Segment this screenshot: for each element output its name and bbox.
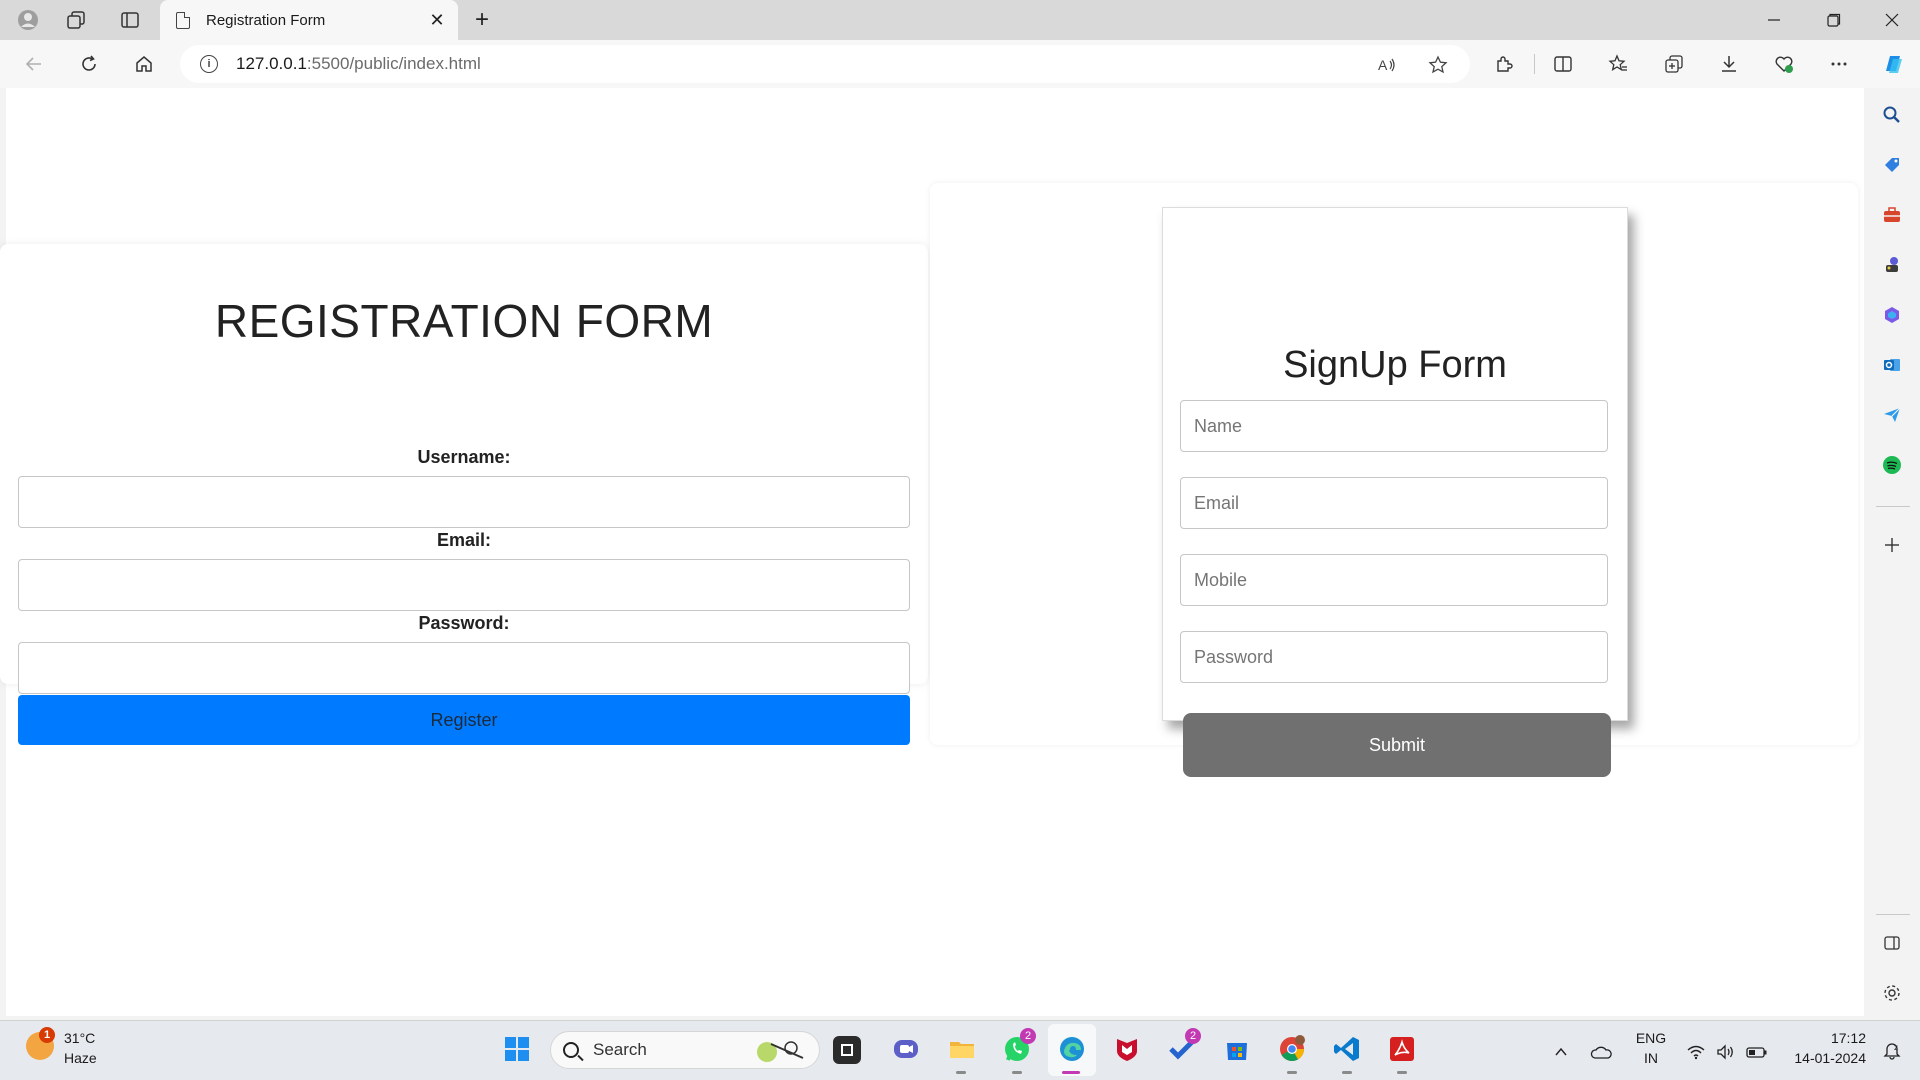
onedrive-cloud-icon[interactable] [1590, 1044, 1612, 1063]
start-windows-icon[interactable] [500, 1032, 534, 1066]
file-explorer-running-indicator [956, 1071, 966, 1074]
url-host: 127.0.0.1 [236, 54, 307, 73]
registration-title: REGISTRATION FORM [214, 295, 714, 347]
search-icon[interactable] [1877, 100, 1907, 130]
downloads-icon[interactable] [1713, 48, 1745, 80]
settings-gear-icon[interactable] [1877, 978, 1907, 1008]
email-input[interactable] [18, 559, 910, 611]
more-options-icon[interactable] [1823, 48, 1855, 80]
spotify-icon[interactable] [1877, 450, 1907, 480]
notification-bell-icon[interactable]: z [1882, 1040, 1902, 1063]
email-label: Email: [436, 530, 492, 550]
sidebar-divider-bottom [1876, 914, 1910, 915]
mobile-input[interactable]: Mobile [1180, 554, 1608, 606]
new-tab-button[interactable]: + [466, 4, 498, 36]
outlook-icon[interactable] [1877, 350, 1907, 380]
weather-description[interactable]: Haze [64, 1050, 97, 1066]
sidebar-divider [1876, 506, 1910, 507]
edge-running-indicator [1062, 1071, 1080, 1074]
favorites-icon[interactable] [1602, 48, 1634, 80]
read-aloud-icon[interactable]: A [1373, 51, 1401, 79]
volume-icon[interactable] [1716, 1044, 1736, 1063]
page-icon [176, 11, 190, 29]
close-tab-icon[interactable]: ✕ [426, 9, 448, 31]
vscode-running-indicator [1342, 1071, 1352, 1074]
games-icon[interactable] [1877, 250, 1907, 280]
edge-browser-icon[interactable] [1055, 1032, 1089, 1066]
shopping-tag-icon[interactable] [1877, 150, 1907, 180]
home-icon[interactable] [128, 48, 160, 80]
password-input[interactable] [18, 642, 910, 694]
weather-temperature[interactable]: 31°C [64, 1030, 95, 1046]
url-path: :5500/public/index.html [306, 54, 481, 73]
language-code[interactable]: ENG [1634, 1030, 1668, 1046]
favorite-star-icon[interactable] [1424, 51, 1452, 79]
password-label: Password: [418, 613, 510, 633]
file-explorer-icon[interactable] [945, 1032, 979, 1066]
whatsapp-badge: 2 [1020, 1028, 1036, 1044]
site-info-icon[interactable]: i [200, 55, 218, 73]
taskbar-search[interactable]: Search [550, 1031, 820, 1069]
microsoft365-icon[interactable] [1877, 300, 1907, 330]
copilot-icon[interactable] [1877, 48, 1909, 80]
username-input[interactable] [18, 476, 910, 528]
teams-meet-icon[interactable] [889, 1032, 923, 1066]
taskbar-search-label: Search [593, 1040, 647, 1059]
signup-email-input[interactable]: Email [1180, 477, 1608, 529]
back-icon[interactable] [18, 48, 50, 80]
microsoft-store-icon[interactable] [1220, 1032, 1254, 1066]
weather-badge: 1 [39, 1027, 55, 1043]
minimize-icon[interactable] [1746, 0, 1802, 40]
active-tab[interactable]: Registration Form ✕ [160, 0, 458, 40]
tab-title: Registration Form [206, 11, 326, 29]
browser-essentials-icon[interactable] [1768, 48, 1800, 80]
register-button[interactable]: Register [18, 695, 910, 745]
send-icon[interactable] [1877, 400, 1907, 430]
add-sidebar-app-icon[interactable] [1877, 530, 1907, 560]
chrome-running-indicator [1287, 1071, 1297, 1074]
search-magnifier-icon [563, 1042, 579, 1058]
language-region[interactable]: IN [1634, 1050, 1668, 1066]
submit-button[interactable]: Submit [1183, 713, 1611, 777]
tab-actions-icon[interactable] [116, 6, 144, 34]
show-hidden-icons-chevron-icon[interactable] [1553, 1044, 1569, 1063]
acrobat-running-indicator [1397, 1071, 1407, 1074]
address-bar[interactable]: i 127.0.0.1:5500/public/index.html [180, 45, 1470, 83]
name-input[interactable]: Name [1180, 400, 1608, 452]
toolbar-divider [1534, 54, 1535, 74]
clock-date[interactable]: 14-01-2024 [1780, 1050, 1866, 1066]
vscode-icon[interactable] [1330, 1032, 1364, 1066]
chrome-icon[interactable] [1275, 1032, 1309, 1066]
wifi-icon[interactable] [1686, 1044, 1706, 1063]
browser-toolbar: i 127.0.0.1:5500/public/index.html A [0, 40, 1920, 88]
tools-icon[interactable] [1877, 200, 1907, 230]
svg-text:A: A [1378, 57, 1388, 73]
search-highlight-icon [757, 1041, 804, 1062]
collections-icon[interactable] [1658, 48, 1690, 80]
clock-time[interactable]: 17:12 [1780, 1030, 1866, 1046]
split-screen-icon[interactable] [1547, 48, 1579, 80]
signup-password-input[interactable]: Password [1180, 631, 1608, 683]
acrobat-pdf-icon[interactable] [1385, 1032, 1419, 1066]
browser-titlebar: Registration Form ✕ + [0, 0, 1920, 40]
refresh-icon[interactable] [73, 48, 105, 80]
username-label: Username: [417, 447, 511, 467]
whatsapp-running-indicator [1012, 1071, 1022, 1074]
restore-icon[interactable] [1806, 0, 1862, 40]
hide-sidebar-icon[interactable] [1877, 928, 1907, 958]
signup-title: SignUp Form [1283, 344, 1507, 386]
profile-icon[interactable] [14, 6, 42, 34]
svg-text:z: z [1894, 1043, 1898, 1052]
extensions-icon[interactable] [1488, 48, 1520, 80]
workspaces-icon[interactable] [62, 6, 90, 34]
todo-badge: 2 [1185, 1028, 1201, 1044]
close-window-icon[interactable] [1864, 0, 1920, 40]
task-view-icon[interactable] [833, 1036, 861, 1064]
battery-icon[interactable] [1746, 1044, 1768, 1063]
mcafee-shield-icon[interactable] [1110, 1032, 1144, 1066]
